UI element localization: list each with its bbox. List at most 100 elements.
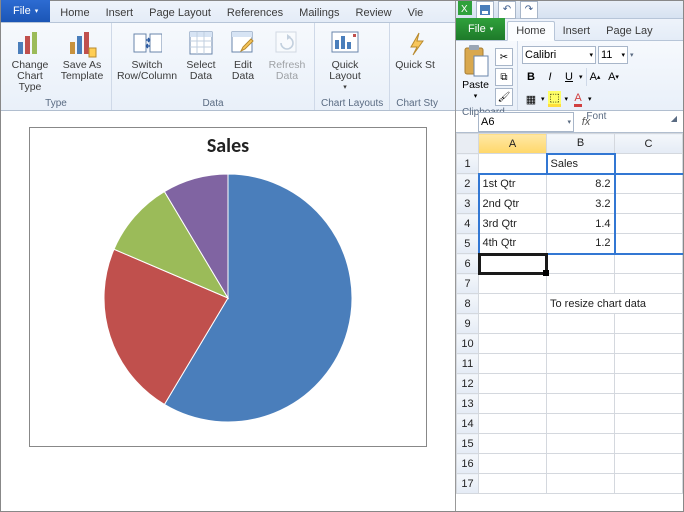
border-button[interactable]: ▦ [522, 90, 540, 108]
select-all-corner[interactable] [457, 134, 479, 154]
cell-B9[interactable] [547, 314, 615, 334]
cell-C6[interactable] [615, 254, 683, 274]
cut-icon[interactable]: ✂ [495, 48, 513, 66]
cell-C13[interactable] [615, 394, 683, 414]
cell-A3[interactable]: 2nd Qtr [479, 194, 547, 214]
cell-B7[interactable] [547, 274, 615, 294]
cell-A14[interactable] [479, 414, 547, 434]
cell-B12[interactable] [547, 374, 615, 394]
cell-B1[interactable]: Sales [547, 154, 615, 174]
row-header-9[interactable]: 9 [457, 314, 479, 334]
cell-C4[interactable] [615, 214, 683, 234]
cell-A4[interactable]: 3rd Qtr [479, 214, 547, 234]
cell-B10[interactable] [547, 334, 615, 354]
col-header-C[interactable]: C [615, 134, 683, 154]
cell-A7[interactable] [479, 274, 547, 294]
row-header-6[interactable]: 6 [457, 254, 479, 274]
row-header-16[interactable]: 16 [457, 454, 479, 474]
tab-review[interactable]: Review [348, 4, 400, 22]
cell-A13[interactable] [479, 394, 547, 414]
italic-button[interactable]: I [541, 68, 559, 86]
cell-A15[interactable] [479, 434, 547, 454]
row-header-10[interactable]: 10 [457, 334, 479, 354]
bold-button[interactable]: B [522, 68, 540, 86]
cell-A9[interactable] [479, 314, 547, 334]
cell-C15[interactable] [615, 434, 683, 454]
cell-C1[interactable] [615, 154, 683, 174]
name-box[interactable]: A6▾ [478, 112, 574, 132]
tab-mailings[interactable]: Mailings [291, 4, 347, 22]
tab-insert[interactable]: Insert [98, 4, 142, 22]
quick-layout-button[interactable]: Quick Layout▾ [319, 26, 371, 97]
row-header-12[interactable]: 12 [457, 374, 479, 394]
cell-A2[interactable]: 1st Qtr [479, 174, 547, 194]
row-header-15[interactable]: 15 [457, 434, 479, 454]
switch-row-column-button[interactable]: Switch Row/Column [116, 26, 178, 97]
cell-A1[interactable] [479, 154, 547, 174]
row-header-14[interactable]: 14 [457, 414, 479, 434]
row-header-11[interactable]: 11 [457, 354, 479, 374]
cell-C2[interactable] [615, 174, 683, 194]
font-size-select[interactable]: 11▾ [598, 46, 628, 64]
cell-B15[interactable] [547, 434, 615, 454]
tab-home[interactable]: Home [507, 21, 554, 41]
cell-A5[interactable]: 4th Qtr [479, 234, 547, 254]
format-painter-icon[interactable]: 🖌 [495, 88, 513, 106]
redo-icon[interactable]: ↷ [520, 1, 538, 19]
cell-C3[interactable] [615, 194, 683, 214]
row-header-1[interactable]: 1 [457, 154, 479, 174]
cell-B11[interactable] [547, 354, 615, 374]
cell-C9[interactable] [615, 314, 683, 334]
cell-C17[interactable] [615, 474, 683, 494]
cell-B17[interactable] [547, 474, 615, 494]
paste-button[interactable]: Paste▾ [460, 44, 491, 106]
cell-C10[interactable] [615, 334, 683, 354]
save-icon[interactable] [476, 1, 494, 19]
row-header-2[interactable]: 2 [457, 174, 479, 194]
cell-A16[interactable] [479, 454, 547, 474]
row-header-8[interactable]: 8 [457, 294, 479, 314]
col-header-A[interactable]: A [479, 134, 547, 154]
tab-references[interactable]: References [219, 4, 291, 22]
excel-file-tab[interactable]: File▾ [456, 18, 505, 40]
decrease-font-icon[interactable]: A▾ [605, 68, 623, 86]
cell-C14[interactable] [615, 414, 683, 434]
cell-C7[interactable] [615, 274, 683, 294]
cell-B2[interactable]: 8.2 [547, 174, 615, 194]
select-data-button[interactable]: Select Data [180, 26, 222, 97]
cell-A11[interactable] [479, 354, 547, 374]
font-name-select[interactable]: Calibri▾ [522, 46, 596, 64]
quick-styles-button[interactable]: Quick Styles [394, 26, 436, 97]
row-header-5[interactable]: 5 [457, 234, 479, 254]
cell-B16[interactable] [547, 454, 615, 474]
cell-A10[interactable] [479, 334, 547, 354]
file-tab[interactable]: File▾ [1, 0, 50, 22]
worksheet-grid[interactable]: ABC1Sales21st Qtr8.232nd Qtr3.243rd Qtr1… [456, 133, 683, 511]
cell-A12[interactable] [479, 374, 547, 394]
cell-B3[interactable]: 3.2 [547, 194, 615, 214]
cell-A8[interactable] [479, 294, 547, 314]
change-chart-type-button[interactable]: Change Chart Type [5, 26, 55, 97]
row-header-17[interactable]: 17 [457, 474, 479, 494]
save-as-template-button[interactable]: Save As Template [57, 26, 107, 97]
copy-icon[interactable]: ⧉ [495, 68, 513, 86]
tab-insert[interactable]: Insert [555, 22, 599, 40]
cell-B5[interactable]: 1.2 [547, 234, 615, 254]
undo-icon[interactable]: ↶ [498, 1, 516, 19]
row-header-4[interactable]: 4 [457, 214, 479, 234]
cell-A17[interactable] [479, 474, 547, 494]
row-header-3[interactable]: 3 [457, 194, 479, 214]
cell-B13[interactable] [547, 394, 615, 414]
tab-page-layout-trunc[interactable]: Page Lay [598, 22, 660, 40]
tab-home[interactable]: Home [52, 4, 97, 22]
cell-B14[interactable] [547, 414, 615, 434]
row-header-7[interactable]: 7 [457, 274, 479, 294]
cell-B8[interactable]: To resize chart data [547, 294, 683, 314]
cell-B6[interactable] [547, 254, 615, 274]
cell-B4[interactable]: 1.4 [547, 214, 615, 234]
fill-color-button[interactable]: ⬚ [546, 90, 564, 108]
edit-data-button[interactable]: Edit Data [224, 26, 262, 97]
row-header-13[interactable]: 13 [457, 394, 479, 414]
cell-C11[interactable] [615, 354, 683, 374]
col-header-B[interactable]: B [547, 134, 615, 154]
